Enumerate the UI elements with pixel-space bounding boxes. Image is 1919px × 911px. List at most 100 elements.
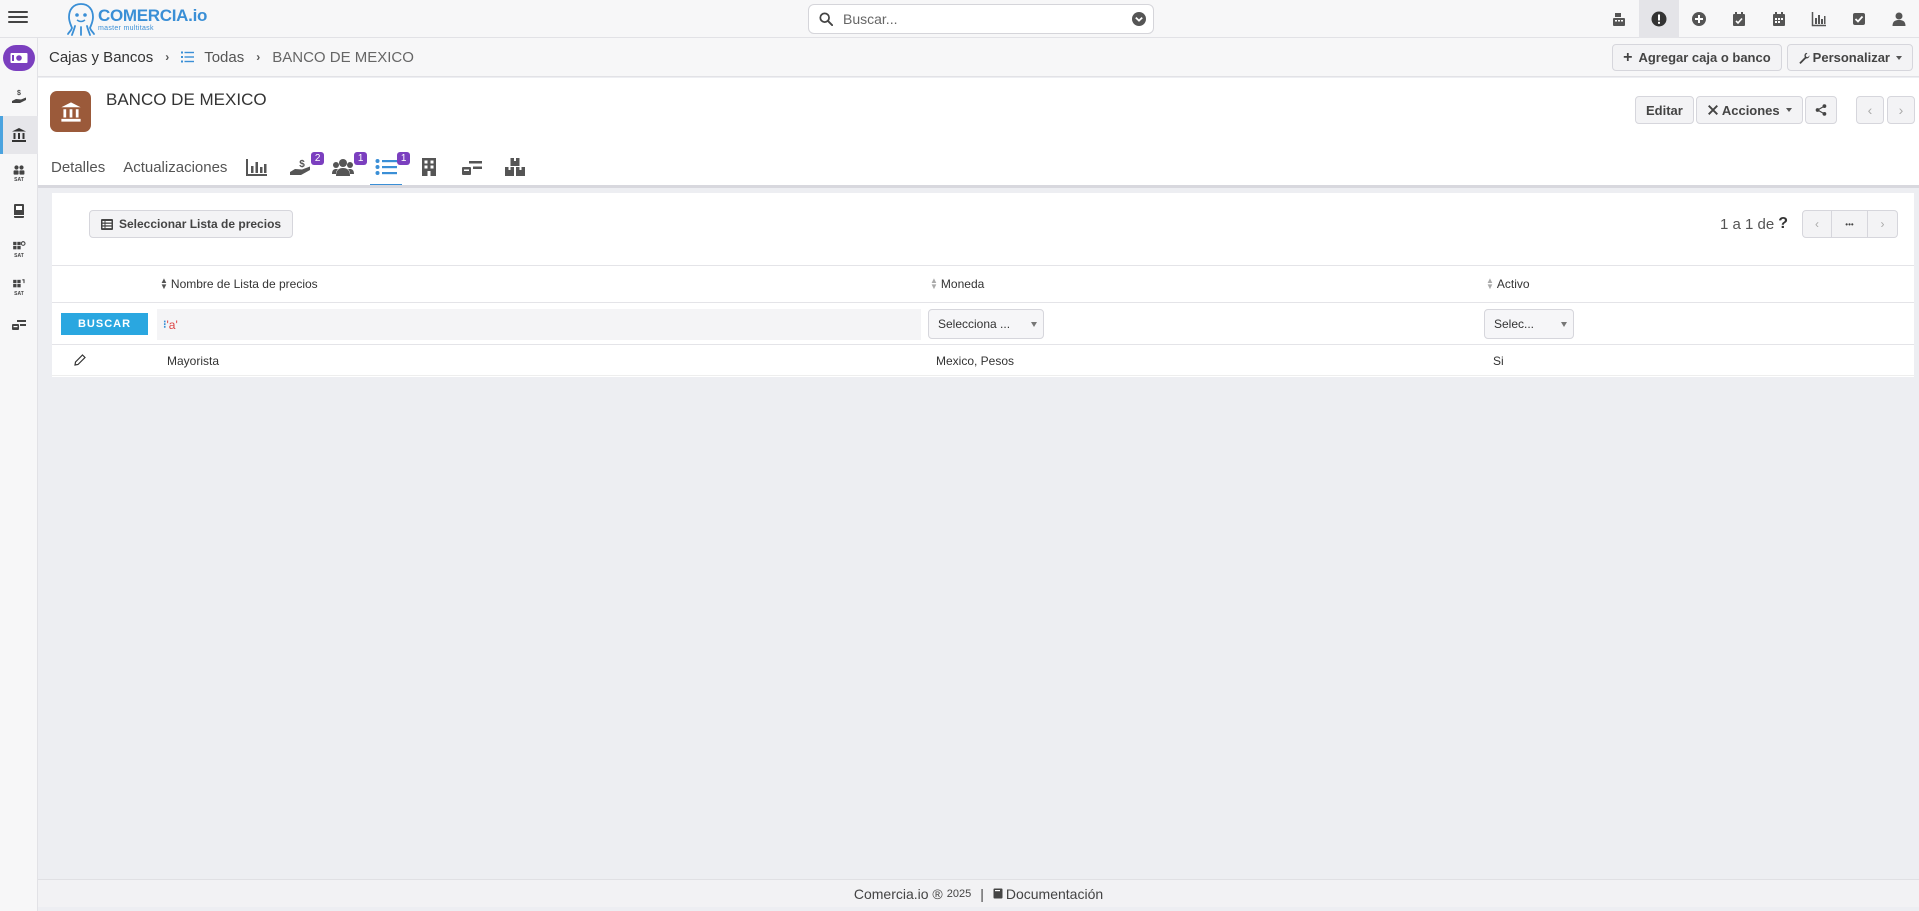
tools-icon	[1707, 105, 1718, 115]
search-button[interactable]: BUSCAR	[61, 313, 148, 335]
name-filter-field[interactable]: ⁝ 'a'	[157, 309, 921, 340]
add-bank-button[interactable]: + Agregar caja o banco	[1612, 44, 1782, 71]
cash-register-icon	[1613, 13, 1625, 26]
breadcrumb-current: BANCO DE MEXICO	[272, 48, 414, 66]
logo-suffix: .io	[188, 5, 208, 25]
chevron-right-icon: ›	[1898, 102, 1904, 118]
top-bar: COMERCIA.io master multitask	[0, 0, 1919, 38]
record-divider	[38, 185, 1919, 188]
tab-details[interactable]: Detalles	[51, 149, 105, 186]
approvals-button[interactable]	[1839, 0, 1879, 38]
app-logo[interactable]: COMERCIA.io master multitask	[66, 1, 207, 37]
filter-row: BUSCAR ⁝ 'a' Selecciona ... Selec...	[52, 302, 1914, 345]
tab-reports[interactable]	[245, 149, 269, 186]
book-icon	[14, 204, 24, 218]
calendar-button[interactable]	[1759, 0, 1799, 38]
sidebar-item-sat-clientes[interactable]: SAT	[0, 154, 38, 192]
tab-transfers[interactable]	[460, 149, 484, 186]
tab-payments[interactable]: $ 2	[288, 149, 325, 186]
sort-icon: ▲ ▼	[160, 276, 168, 291]
hand-dollar-icon: $	[290, 159, 311, 175]
global-search	[808, 4, 1154, 34]
dropdown-arrow-icon	[1031, 322, 1037, 327]
help-icon[interactable]: ?	[1778, 215, 1788, 233]
footer-year: 2025	[946, 887, 972, 900]
table-row[interactable]: Mayorista Mexico, Pesos Si	[52, 345, 1914, 376]
currency-filter-select[interactable]: Selecciona ...	[928, 309, 1044, 339]
tab-inventory[interactable]	[503, 149, 527, 186]
record-navigation: ‹ ›	[1856, 96, 1915, 124]
previous-record-button[interactable]: ‹	[1856, 96, 1884, 124]
tasks-calendar-button[interactable]	[1719, 0, 1759, 38]
sidebar-item-bancos[interactable]	[0, 116, 38, 154]
chevron-down-circle-icon[interactable]	[1131, 11, 1147, 27]
tab-updates[interactable]: Actualizaciones	[123, 149, 227, 186]
cell-name: Mayorista	[167, 354, 220, 368]
money-icon	[10, 53, 28, 63]
calendar-check-icon	[1733, 12, 1745, 26]
name-filter-value: 'a'	[166, 317, 178, 332]
hamburger-menu-icon[interactable]	[8, 8, 28, 28]
list-icon	[375, 159, 398, 175]
active-filter-value: Selec...	[1494, 317, 1535, 331]
column-header-currency[interactable]: ▲ ▼ Moneda	[930, 277, 984, 292]
active-filter-select[interactable]: Selec...	[1484, 309, 1574, 339]
bank-icon	[60, 101, 81, 122]
actions-dropdown[interactable]: Acciones	[1695, 96, 1803, 124]
column-header-name[interactable]: ▲ ▼ Nombre de Lista de precios	[160, 276, 318, 292]
quick-add-button[interactable]	[1679, 0, 1719, 38]
documentation-label: Documentación	[1005, 885, 1104, 902]
record-avatar	[50, 91, 91, 132]
sidebar-item-libro[interactable]	[0, 192, 38, 230]
sidebar-item-sat-config[interactable]: SAT	[0, 230, 38, 268]
sidebar-item-sat-sync[interactable]: SAT	[0, 268, 38, 306]
chevron-left-icon: ‹	[1867, 102, 1873, 118]
next-record-button[interactable]: ›	[1887, 96, 1915, 124]
select-price-list-button[interactable]: Seleccionar Lista de precios	[89, 210, 294, 238]
breadcrumb-list-label: Todas	[204, 48, 245, 66]
next-page-button[interactable]: ›	[1868, 210, 1898, 238]
search-input[interactable]	[843, 11, 1131, 27]
sidebar-item-transferencias[interactable]	[0, 306, 38, 344]
documentation-link[interactable]: Documentación	[993, 886, 1103, 902]
more-pages-button[interactable]: •••	[1832, 210, 1868, 238]
breadcrumb-root[interactable]: Cajas y Bancos	[49, 49, 153, 66]
breadcrumb: Cajas y Bancos › Todas › BANCO DE MEXICO…	[38, 38, 1919, 77]
svg-text:$: $	[300, 159, 306, 170]
tab-branches[interactable]	[417, 149, 441, 186]
column-header-active[interactable]: ▲ ▼ Activo	[1486, 277, 1530, 292]
plus-icon: +	[1623, 48, 1633, 66]
breadcrumb-list[interactable]: Todas	[181, 49, 244, 66]
user-menu-button[interactable]	[1879, 0, 1919, 38]
page-title: BANCO DE MEXICO	[106, 90, 267, 109]
sidebar-item-cobros[interactable]: $	[0, 78, 38, 116]
cell-currency: Mexico, Pesos	[936, 354, 1015, 368]
wrench-icon	[1798, 52, 1810, 64]
footer-separator: |	[980, 885, 984, 902]
edit-button[interactable]: Editar	[1635, 96, 1694, 124]
pencil-icon[interactable]	[74, 354, 86, 366]
calendar-icon	[1773, 12, 1785, 26]
sat-refresh-icon	[13, 279, 25, 288]
chevron-right-icon: ›	[1880, 217, 1885, 231]
dropdown-arrow-icon	[1561, 322, 1567, 327]
tab-contacts[interactable]: 1	[331, 149, 368, 186]
reports-button[interactable]	[1799, 0, 1839, 38]
book-icon	[993, 888, 1003, 899]
search-icon	[819, 12, 833, 26]
share-button[interactable]	[1804, 96, 1837, 124]
add-bank-label: Agregar caja o banco	[1638, 50, 1771, 65]
cash-register-button[interactable]	[1599, 0, 1639, 38]
record-tabs: Detalles Actualizaciones $ 2 1 1	[51, 149, 546, 186]
transfer-icon	[462, 161, 483, 175]
alerts-button[interactable]	[1639, 0, 1679, 38]
previous-page-button[interactable]: ‹	[1802, 210, 1832, 238]
sidebar-item-cajas-bancos[interactable]	[0, 38, 38, 78]
tab-price-lists[interactable]: 1	[370, 149, 411, 186]
octopus-logo-icon	[67, 3, 95, 36]
chevron-right-icon: ›	[256, 50, 261, 64]
top-icon-bar	[1599, 0, 1919, 38]
chevron-left-icon: ‹	[1815, 217, 1819, 231]
table-list-icon	[101, 218, 113, 230]
customize-button[interactable]: Personalizar	[1786, 44, 1913, 71]
